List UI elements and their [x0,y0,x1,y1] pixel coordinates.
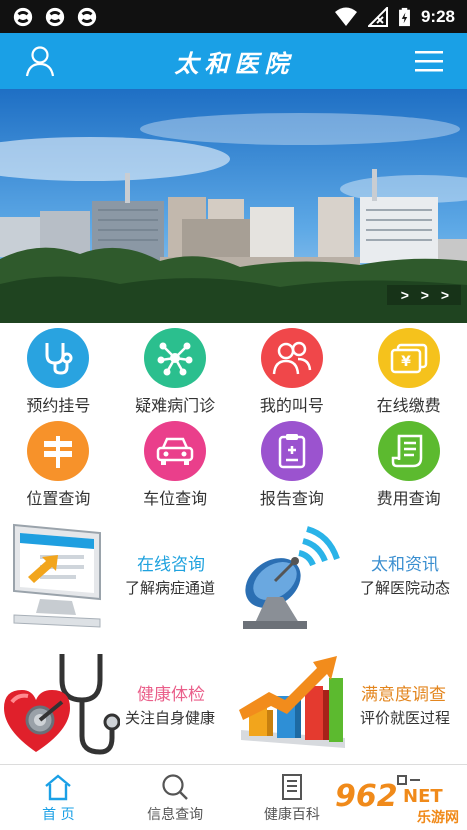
bar-chart-icon [239,656,345,748]
battery-charging-icon [399,7,410,26]
molecule-icon [144,328,207,388]
heart-stethoscope-icon [4,654,120,755]
svg-text:¥: ¥ [401,354,411,370]
service-label: 预约挂号 [26,396,91,415]
service-label: 我的叫号 [259,396,324,415]
promo-subtitle: 了解医院动态 [360,579,451,597]
banner-more-link[interactable]: > > > [386,285,461,305]
banner-carousel[interactable]: > > > [0,89,467,323]
app-header: 太和医院 [0,33,467,89]
promo-subtitle: 评价就医过程 [360,709,451,727]
app-title: 太和医院 [174,48,295,78]
nav-home[interactable]: 首 页 [0,765,117,830]
watermark-suffix: NET [403,786,443,807]
promo-news[interactable]: 太和资讯 了解医院动态 [233,515,466,637]
service-appointment[interactable]: 预约挂号 [0,323,117,416]
stethoscope-icon [27,328,90,388]
clock: 9:28 [420,6,455,26]
people-icon [260,328,323,388]
service-label: 报告查询 [259,489,324,508]
promo-subtitle: 关注自身健康 [125,709,216,727]
receipt-icon [377,421,440,481]
watermark-site: 乐游网 [417,809,459,826]
app-notification-icon [13,7,33,26]
promo-satisfaction-survey[interactable]: 满意度调查 评价就医过程 [233,640,466,762]
computer-icon [13,523,101,628]
book-icon [281,774,302,800]
no-signal-icon [367,6,388,27]
app-notification-icon [77,7,97,26]
service-cost[interactable]: 费用查询 [350,416,467,509]
status-bar: 9:28 [0,0,467,33]
service-label: 疑难病门诊 [135,396,216,415]
service-label: 位置查询 [26,489,91,508]
promo-title: 太和资讯 [371,555,439,575]
service-my-queue[interactable]: 我的叫号 [234,323,351,416]
service-parking[interactable]: 车位查询 [117,416,234,509]
nav-label: 健康百科 [263,807,320,823]
service-grid: 预约挂号 疑难病门诊 我的叫号 ¥ 在线缴费 位置查询 车位查询 报告查询 费用… [0,323,467,513]
search-icon [162,774,188,800]
service-difficult-clinic[interactable]: 疑难病门诊 [117,323,234,416]
service-online-payment[interactable]: ¥ 在线缴费 [350,323,467,416]
watermark-number: 962 [335,779,398,814]
app-notification-icon [45,7,65,26]
promo-title: 在线咨询 [137,555,205,575]
system-icons: 9:28 [334,6,455,27]
satellite-dish-icon [243,526,340,629]
nav-label: 首 页 [42,807,75,823]
service-location[interactable]: 位置查询 [0,416,117,509]
service-label: 车位查询 [143,489,208,508]
service-report[interactable]: 报告查询 [234,416,351,509]
nav-label: 信息查询 [147,807,204,823]
car-icon [144,421,207,481]
notification-icons [12,6,98,28]
user-icon[interactable] [22,43,58,79]
signpost-icon [27,421,90,481]
promo-online-consult[interactable]: 在线咨询 了解病症通道 [0,515,233,637]
service-label: 费用查询 [376,489,441,508]
promo-title: 健康体检 [137,685,205,705]
promo-subtitle: 了解病症通道 [125,579,216,597]
report-icon [260,421,323,481]
promo-title: 满意度调查 [361,685,446,705]
nav-info-query[interactable]: 信息查询 [117,765,234,830]
service-label: 在线缴费 [376,396,441,415]
watermark-logo: 962 NET 乐游网 [333,776,463,826]
home-icon [45,774,72,801]
money-icon: ¥ [377,328,440,388]
menu-icon[interactable] [411,43,447,79]
promo-health-check[interactable]: 健康体检 关注自身健康 [0,640,233,762]
wifi-icon [334,7,357,26]
